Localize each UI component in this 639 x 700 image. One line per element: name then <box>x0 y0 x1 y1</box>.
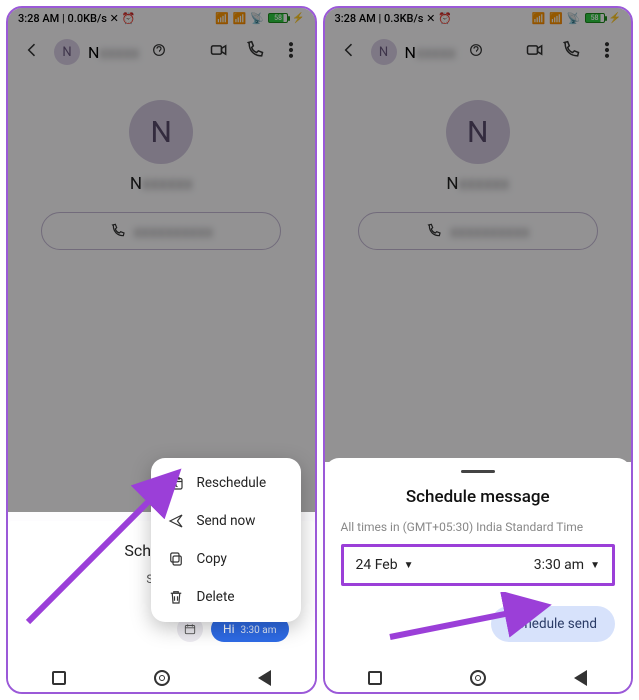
chat-header: N Nxxxxx <box>8 28 315 76</box>
phone-left: 3:28 AM | 0.0KB/s ✕ ⏰ 📶 📶 📡 58 ⚡ N Nxxxx… <box>6 6 317 694</box>
chat-header: N Nxxxxx <box>325 28 632 76</box>
net-speed: | 0.3KB/s <box>379 12 424 25</box>
back-button[interactable] <box>18 36 46 68</box>
button-label: Schedule send <box>509 616 597 632</box>
schedule-send-button[interactable]: Schedule send <box>491 606 615 642</box>
nav-back[interactable] <box>574 670 587 686</box>
contact-name-header[interactable]: Nxxxxx <box>88 43 139 62</box>
ear-icon <box>468 42 484 62</box>
schedule-message-sheet: Schedule message All times in (GMT+05:30… <box>325 458 632 692</box>
battery-icon: 58 <box>268 13 288 23</box>
status-bar: 3:28 AM | 0.3KB/s ✕ ⏰ 📶 📶 📡 58 ⚡ <box>325 8 632 28</box>
charging-icon: ⚡ <box>609 13 621 24</box>
nav-back[interactable] <box>258 670 271 686</box>
call-bubble[interactable]: xxxxxxxxxx <box>41 212 281 250</box>
signal-icon: 📶 <box>531 12 545 25</box>
date-picker[interactable]: 24 Feb ▼ <box>356 557 414 573</box>
more-button[interactable] <box>593 36 621 68</box>
alarm-icon: ⏰ <box>438 12 452 25</box>
time-picker[interactable]: 3:30 am ▼ <box>534 557 600 573</box>
contact-name: Nxxxxxx <box>130 174 193 194</box>
menu-delete[interactable]: Delete <box>151 578 301 616</box>
clock: 3:28 AM <box>18 12 59 25</box>
menu-copy[interactable]: Copy <box>151 540 301 578</box>
status-bar: 3:28 AM | 0.0KB/s ✕ ⏰ 📶 📶 📡 58 ⚡ <box>8 8 315 28</box>
time-value: 3:30 am <box>534 557 584 573</box>
dnd-icon: ✕ <box>110 12 119 25</box>
sheet-grabber[interactable] <box>461 470 495 474</box>
contact-block: N Nxxxxxx xxxxxxxxxx <box>8 76 315 264</box>
avatar-small[interactable]: N <box>54 39 80 65</box>
menu-send-now[interactable]: Send now <box>151 502 301 540</box>
avatar-large: N <box>446 100 510 164</box>
wifi-icon: 📡 <box>567 12 581 25</box>
alarm-icon: ⏰ <box>122 12 136 25</box>
menu-label: Send now <box>197 513 256 529</box>
more-button[interactable] <box>277 36 305 68</box>
nav-bar <box>8 670 315 686</box>
caret-down-icon: ▼ <box>404 560 414 571</box>
timezone-note: All times in (GMT+05:30) India Standard … <box>341 519 616 536</box>
net-speed: | 0.0KB/s <box>62 12 107 25</box>
ear-icon <box>151 42 167 62</box>
nav-recents[interactable] <box>52 671 66 685</box>
message-text: Hi <box>223 622 234 636</box>
contact-name-header[interactable]: Nxxxxx <box>405 43 456 62</box>
sheet-title: Schedule message <box>341 487 616 507</box>
nav-home[interactable] <box>470 670 486 686</box>
avatar-large: N <box>129 100 193 164</box>
message-time: 3:30 am <box>241 625 277 636</box>
date-value: 24 Feb <box>356 557 398 573</box>
nav-bar <box>325 670 632 686</box>
menu-label: Reschedule <box>197 475 267 491</box>
phone-number: xxxxxxxxxx <box>134 222 213 241</box>
phone-right: 3:28 AM | 0.3KB/s ✕ ⏰ 📶 📶 📡 58 ⚡ N Nxxxx… <box>323 6 634 694</box>
contact-name: Nxxxxxx <box>446 174 509 194</box>
nav-home[interactable] <box>154 670 170 686</box>
menu-label: Copy <box>197 551 227 567</box>
voice-call-button[interactable] <box>241 36 269 68</box>
context-menu: Reschedule Send now Copy Delete <box>151 458 301 622</box>
wifi-icon: 📡 <box>250 12 264 25</box>
voice-call-button[interactable] <box>557 36 585 68</box>
charging-icon: ⚡ <box>292 13 304 24</box>
call-bubble[interactable]: xxxxxxxxxx <box>358 212 598 250</box>
dnd-icon: ✕ <box>426 12 435 25</box>
menu-label: Delete <box>197 589 235 605</box>
video-call-button[interactable] <box>205 36 233 68</box>
datetime-row-highlight: 24 Feb ▼ 3:30 am ▼ <box>341 544 616 586</box>
signal-icon-2: 📶 <box>549 12 563 25</box>
clock: 3:28 AM <box>335 12 376 25</box>
signal-icon: 📶 <box>215 12 229 25</box>
video-call-button[interactable] <box>521 36 549 68</box>
battery-icon: 58 <box>585 13 605 23</box>
nav-recents[interactable] <box>368 671 382 685</box>
phone-number: xxxxxxxxxx <box>450 222 529 241</box>
caret-down-icon: ▼ <box>590 560 600 571</box>
contact-block: N Nxxxxxx xxxxxxxxxx <box>325 76 632 264</box>
menu-reschedule[interactable]: Reschedule <box>151 464 301 502</box>
avatar-small[interactable]: N <box>371 39 397 65</box>
back-button[interactable] <box>335 36 363 68</box>
signal-icon-2: 📶 <box>233 12 247 25</box>
